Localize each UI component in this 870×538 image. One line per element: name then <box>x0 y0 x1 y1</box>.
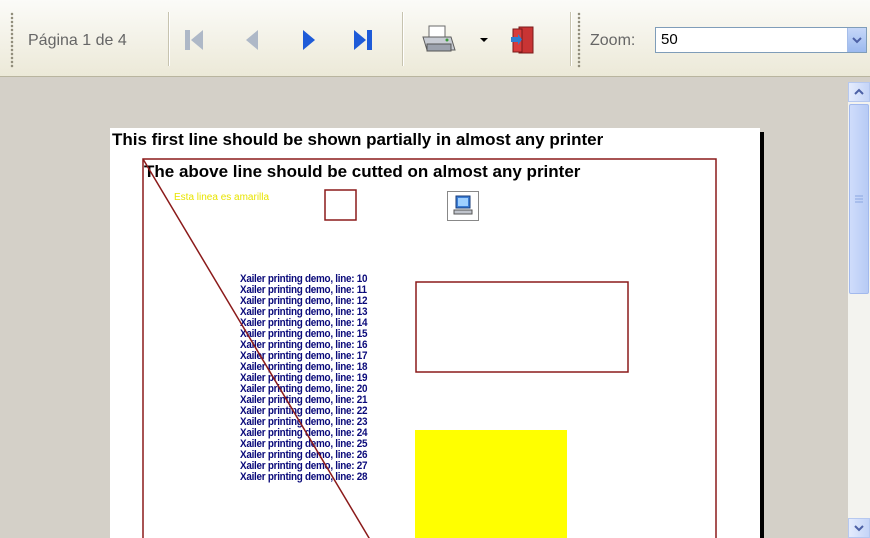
chevron-down-icon <box>854 525 864 532</box>
toolbar-separator <box>570 12 571 66</box>
preview-toolbar: Página 1 de 4 Zoom: 50 <box>0 0 870 77</box>
chevron-up-icon <box>854 88 864 95</box>
scroll-thumb[interactable] <box>849 104 869 294</box>
last-page-icon <box>354 30 372 50</box>
preview-page: This first line should be shown partiall… <box>110 128 760 538</box>
zoom-select[interactable]: 50 <box>655 27 867 53</box>
first-page-icon <box>185 30 203 50</box>
outlined-rectangle <box>415 281 629 373</box>
exit-button[interactable] <box>505 25 539 55</box>
small-square <box>324 189 357 221</box>
previous-page-icon <box>246 30 258 50</box>
line-2: The above line should be cutted on almos… <box>144 162 581 181</box>
zoom-label: Zoom: <box>590 32 636 49</box>
chevron-down-icon <box>480 38 488 42</box>
demo-line: Xailer printing demo, line: 28 <box>240 471 368 483</box>
scroll-up-button[interactable] <box>848 82 870 102</box>
computer-icon <box>453 195 473 215</box>
line-1: This first line should be shown partiall… <box>112 130 604 149</box>
toolbar-separator <box>168 12 169 66</box>
yellow-text: Esta linea es amarilla <box>174 192 270 203</box>
zoom-dropdown-button[interactable] <box>847 28 866 52</box>
toolbar-grip[interactable] <box>577 12 581 68</box>
chevron-down-icon <box>852 37 862 44</box>
next-page-icon <box>303 30 315 50</box>
page-graphics <box>142 158 717 538</box>
next-page-button[interactable] <box>294 25 324 55</box>
toolbar-separator <box>402 12 403 66</box>
scroll-down-button[interactable] <box>848 518 870 538</box>
computer-image <box>447 191 479 221</box>
printer-icon <box>422 25 456 52</box>
last-page-button[interactable] <box>348 25 378 55</box>
yellow-rectangle <box>415 430 567 538</box>
previous-page-button[interactable] <box>237 25 267 55</box>
exit-door-icon <box>511 26 534 54</box>
vertical-scrollbar[interactable] <box>848 82 870 538</box>
first-page-button[interactable] <box>180 25 210 55</box>
preview-area[interactable]: This first line should be shown partiall… <box>8 82 848 538</box>
print-options-dropdown[interactable] <box>472 25 496 55</box>
print-button[interactable] <box>418 25 460 55</box>
page-indicator: Página 1 de 4 <box>28 32 127 49</box>
grip-icon <box>855 195 863 203</box>
toolbar-grip[interactable] <box>10 12 14 68</box>
zoom-value: 50 <box>661 31 678 48</box>
